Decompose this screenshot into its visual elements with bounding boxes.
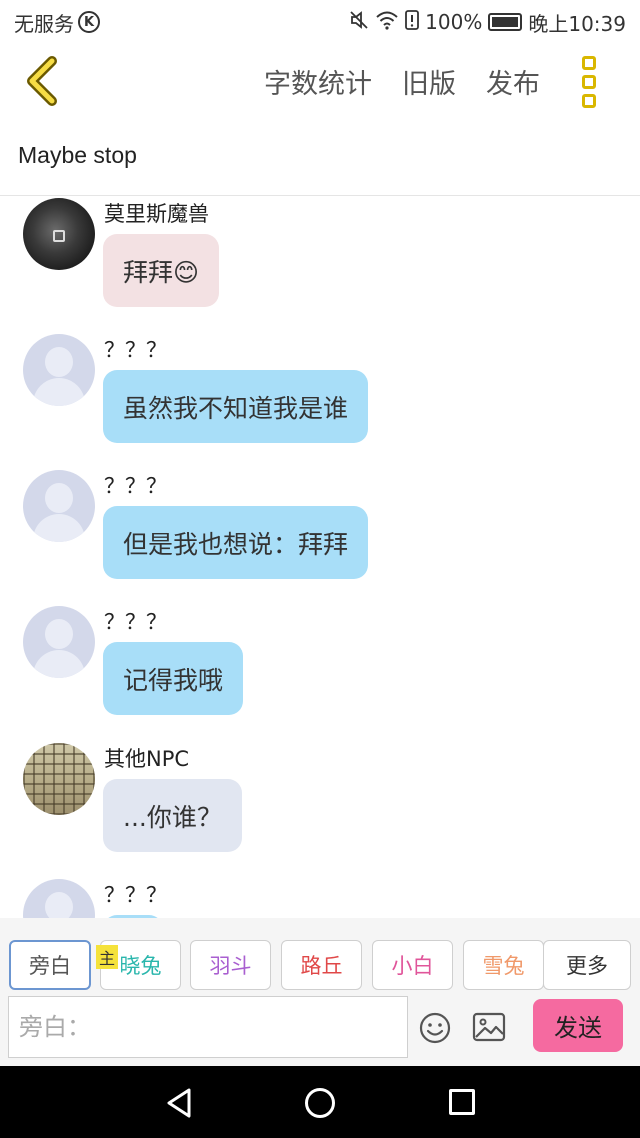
avatar[interactable] <box>23 879 95 918</box>
sender-name: ？？？ <box>104 338 167 362</box>
emoji-icon[interactable] <box>419 1012 451 1044</box>
back-button[interactable] <box>22 56 66 106</box>
sender-name: ？？？ <box>104 474 167 498</box>
avatar[interactable] <box>23 606 95 678</box>
message-bubble[interactable]: 记得我哦 <box>103 642 244 715</box>
message-list[interactable]: 莫里斯魔兽 拜拜😊 ？？？ 虽然我不知道我是谁 ？？？ 但是我也想说：拜拜 ？？… <box>0 196 640 918</box>
role-button-luqiu[interactable]: 路丘 <box>281 940 362 990</box>
avatar[interactable] <box>23 743 95 815</box>
carrier-text: 无服务 <box>14 11 74 36</box>
message-bubble[interactable]: ...你谁？ <box>103 779 242 852</box>
top-toolbar: 字数统计 旧版 发布 <box>0 44 640 120</box>
message-bubble[interactable]: 但是我也想说：拜拜 <box>103 506 369 579</box>
menu-dots-icon[interactable] <box>578 56 600 108</box>
word-count-button[interactable]: 字数统计 <box>264 62 372 101</box>
avatar[interactable] <box>23 470 95 542</box>
message-bubble[interactable]: 拜拜😊 <box>103 234 220 307</box>
role-button-xiaobai[interactable]: 小白 <box>372 940 453 990</box>
system-nav-bar <box>0 1066 640 1138</box>
image-icon[interactable] <box>472 1012 506 1042</box>
more-roles-button[interactable]: 更多 <box>543 940 631 990</box>
message-input[interactable] <box>9 997 407 1057</box>
alert-icon <box>405 9 420 35</box>
role-button-xuetu[interactable]: 雪兔 <box>463 940 544 990</box>
message-bubble[interactable]: 虽然我不知道我是谁 <box>103 370 369 443</box>
nav-home-icon[interactable] <box>305 1088 335 1118</box>
sender-name: 莫里斯魔兽 <box>104 202 209 226</box>
carrier-k-icon: K <box>78 11 100 33</box>
battery-icon <box>488 13 523 31</box>
wifi-icon <box>375 10 399 35</box>
battery-percent: 100% <box>425 10 483 34</box>
chat-title: Maybe stop <box>18 142 137 168</box>
send-button[interactable]: 发送 <box>533 999 623 1052</box>
publish-button[interactable]: 发布 <box>486 62 540 101</box>
role-button-narrator[interactable]: 旁白 <box>9 940 91 990</box>
chevron-left-icon <box>27 56 57 106</box>
nav-back-icon[interactable] <box>165 1088 193 1122</box>
sender-name: ？？？ <box>104 610 167 634</box>
role-button-yudou[interactable]: 羽斗 <box>190 940 271 990</box>
avatar[interactable] <box>23 198 95 270</box>
sender-name: 其他NPC <box>104 747 190 771</box>
message-input-box[interactable] <box>8 996 408 1058</box>
host-tag: 主 <box>96 945 118 969</box>
nav-recent-icon[interactable] <box>449 1089 475 1115</box>
sender-name: ？？？ <box>104 883 167 907</box>
composer-panel: 旁白 晓兔 主 羽斗 路丘 小白 雪兔 更多 发送 <box>0 918 640 1066</box>
mute-icon <box>349 10 369 35</box>
clock: 晚上10:39 <box>528 11 626 36</box>
old-version-button[interactable]: 旧版 <box>402 62 456 101</box>
avatar[interactable] <box>23 334 95 406</box>
status-bar: 无服务 K 100% 晚上10:39 <box>0 0 640 44</box>
